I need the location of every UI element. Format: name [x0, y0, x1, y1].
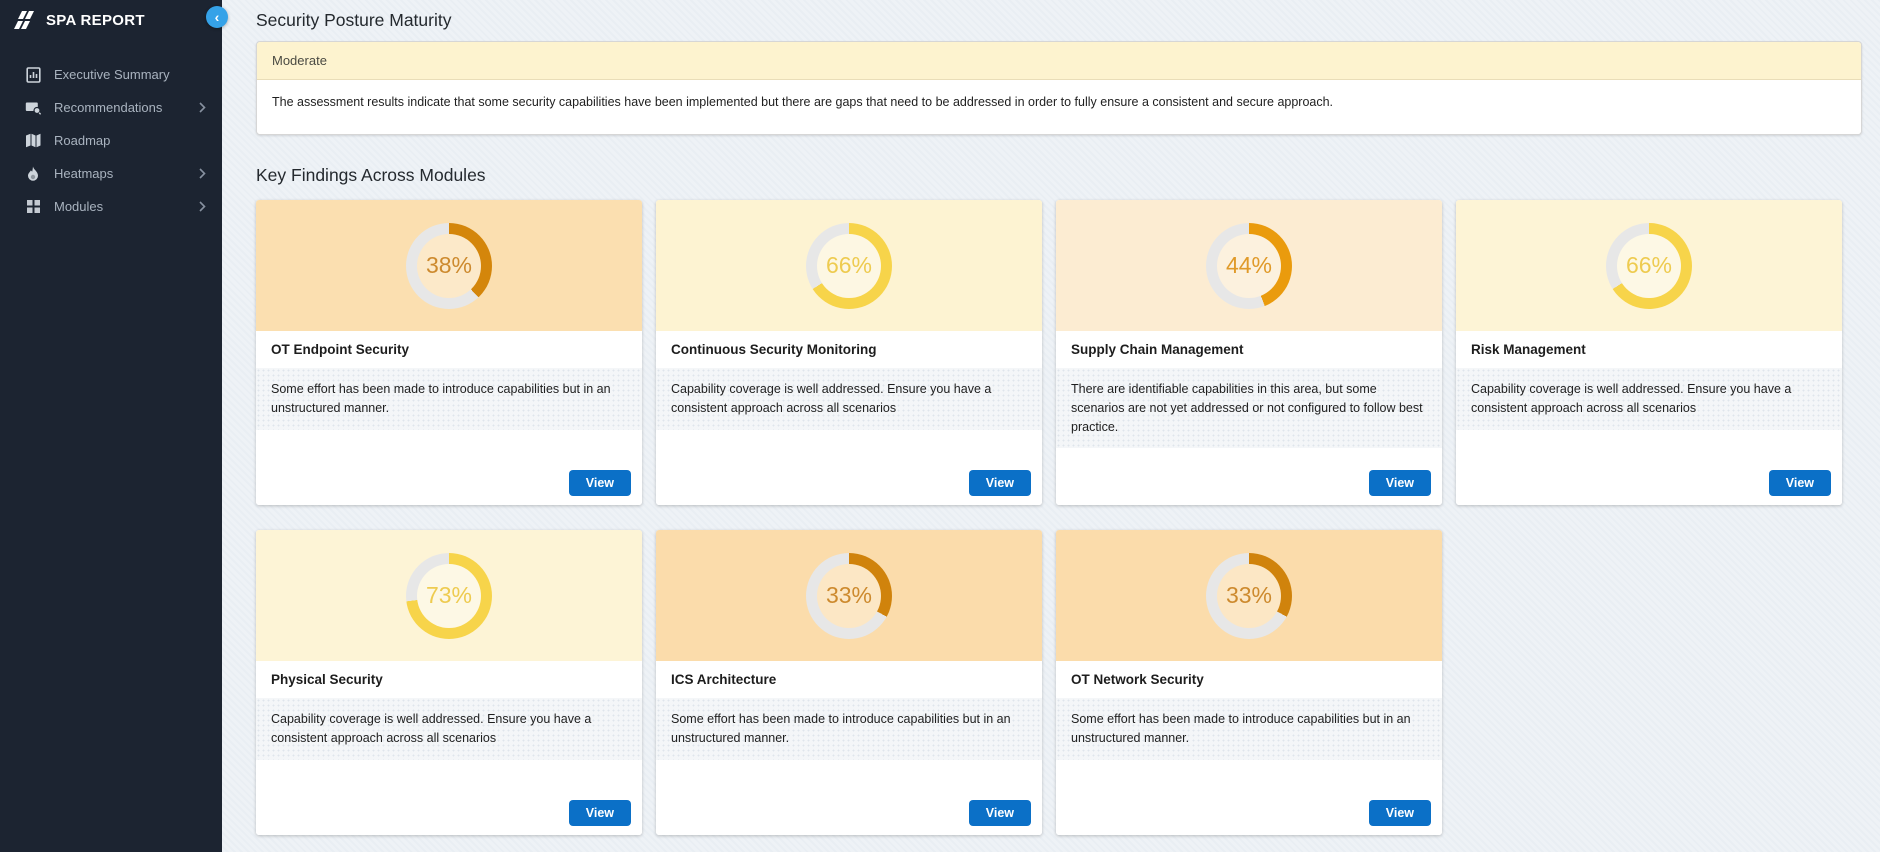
donut-chart-area: 66%	[1456, 200, 1842, 331]
card-footer: View	[1056, 760, 1442, 836]
card-description: Capability coverage is well addressed. E…	[656, 368, 1042, 430]
donut-chart-area: 38%	[256, 200, 642, 331]
donut-chart-area: 44%	[1056, 200, 1442, 331]
sidebar-item-modules[interactable]: Modules	[0, 190, 222, 223]
maturity-heading: Security Posture Maturity	[256, 10, 1862, 31]
view-button[interactable]: View	[969, 470, 1031, 496]
donut-chart-area: 73%	[256, 530, 642, 661]
view-button[interactable]: View	[1369, 800, 1431, 826]
sidebar-item-roadmap[interactable]: Roadmap	[0, 124, 222, 157]
card-title: Risk Management	[1456, 331, 1842, 368]
donut-chart: 33%	[1206, 553, 1292, 639]
chevron-right-icon	[199, 201, 206, 212]
sidebar-item-label: Executive Summary	[54, 67, 206, 82]
card-footer: View	[656, 760, 1042, 836]
card-description: Some effort has been made to introduce c…	[256, 368, 642, 430]
percent-label: 66%	[826, 252, 872, 279]
donut-chart-area: 33%	[656, 530, 1042, 661]
percent-label: 38%	[426, 252, 472, 279]
maturity-panel: Moderate The assessment results indicate…	[256, 41, 1862, 135]
card-title: Supply Chain Management	[1056, 331, 1442, 368]
card-footer: View	[256, 760, 642, 836]
view-button[interactable]: View	[569, 470, 631, 496]
card-title: ICS Architecture	[656, 661, 1042, 698]
sidebar-item-heatmaps[interactable]: Heatmaps	[0, 157, 222, 190]
view-button[interactable]: View	[569, 800, 631, 826]
view-button[interactable]: View	[1369, 470, 1431, 496]
donut-chart: 73%	[406, 553, 492, 639]
donut-chart: 66%	[806, 223, 892, 309]
view-button[interactable]: View	[969, 800, 1031, 826]
sidebar-item-executive-summary[interactable]: Executive Summary	[0, 58, 222, 91]
percent-label: 44%	[1226, 252, 1272, 279]
card-footer: View	[1056, 448, 1442, 505]
map-icon	[24, 133, 42, 148]
card-description: Capability coverage is well addressed. E…	[1456, 368, 1842, 430]
module-card-supply-chain-management: 44% Supply Chain Management There are id…	[1056, 200, 1442, 505]
module-card-physical-security: 73% Physical Security Capability coverag…	[256, 530, 642, 835]
chevron-right-icon	[199, 102, 206, 113]
sidebar-item-label: Recommendations	[54, 100, 187, 115]
card-title: OT Network Security	[1056, 661, 1442, 698]
module-card-continuous-security-monitoring: 66% Continuous Security Monitoring Capab…	[656, 200, 1042, 505]
maturity-level-badge: Moderate	[257, 42, 1861, 80]
app-title: SPA REPORT	[46, 12, 145, 29]
percent-label: 33%	[1226, 582, 1272, 609]
percent-label: 66%	[1626, 252, 1672, 279]
card-title: Physical Security	[256, 661, 642, 698]
sidebar: SPA REPORT ‹ Executive Summary Recommend…	[0, 0, 222, 852]
recommendations-icon	[24, 101, 42, 115]
sidebar-item-label: Modules	[54, 199, 187, 214]
card-description: Some effort has been made to introduce c…	[656, 698, 1042, 760]
card-footer: View	[256, 430, 642, 506]
chevron-right-icon	[199, 168, 206, 179]
card-description: Some effort has been made to introduce c…	[1056, 698, 1442, 760]
flame-icon	[24, 166, 42, 182]
sidebar-collapse-button[interactable]: ‹	[206, 6, 228, 28]
spa-logo-icon	[14, 11, 36, 30]
modules-icon	[24, 199, 42, 214]
brand: SPA REPORT	[0, 0, 222, 40]
maturity-description: The assessment results indicate that som…	[257, 80, 1861, 134]
module-card-ot-network-security: 33% OT Network Security Some effort has …	[1056, 530, 1442, 835]
card-footer: View	[656, 430, 1042, 506]
donut-chart: 38%	[406, 223, 492, 309]
card-title: OT Endpoint Security	[256, 331, 642, 368]
donut-chart: 33%	[806, 553, 892, 639]
sidebar-item-label: Heatmaps	[54, 166, 187, 181]
module-card-risk-management: 66% Risk Management Capability coverage …	[1456, 200, 1842, 505]
donut-chart-area: 33%	[1056, 530, 1442, 661]
report-icon	[24, 67, 42, 83]
module-cards-grid: 38% OT Endpoint Security Some effort has…	[256, 200, 1862, 852]
view-button[interactable]: View	[1769, 470, 1831, 496]
card-description: Capability coverage is well addressed. E…	[256, 698, 642, 760]
donut-chart: 44%	[1206, 223, 1292, 309]
sidebar-item-recommendations[interactable]: Recommendations	[0, 91, 222, 124]
card-footer: View	[1456, 430, 1842, 506]
module-card-ot-endpoint-security: 38% OT Endpoint Security Some effort has…	[256, 200, 642, 505]
donut-chart-area: 66%	[656, 200, 1042, 331]
sidebar-nav: Executive Summary Recommendations Roadma…	[0, 58, 222, 223]
main-content: Security Posture Maturity Moderate The a…	[222, 0, 1880, 852]
card-title: Continuous Security Monitoring	[656, 331, 1042, 368]
module-card-ics-architecture: 33% ICS Architecture Some effort has bee…	[656, 530, 1042, 835]
findings-heading: Key Findings Across Modules	[256, 165, 1862, 186]
percent-label: 33%	[826, 582, 872, 609]
percent-label: 73%	[426, 582, 472, 609]
card-description: There are identifiable capabilities in t…	[1056, 368, 1442, 448]
sidebar-item-label: Roadmap	[54, 133, 206, 148]
donut-chart: 66%	[1606, 223, 1692, 309]
